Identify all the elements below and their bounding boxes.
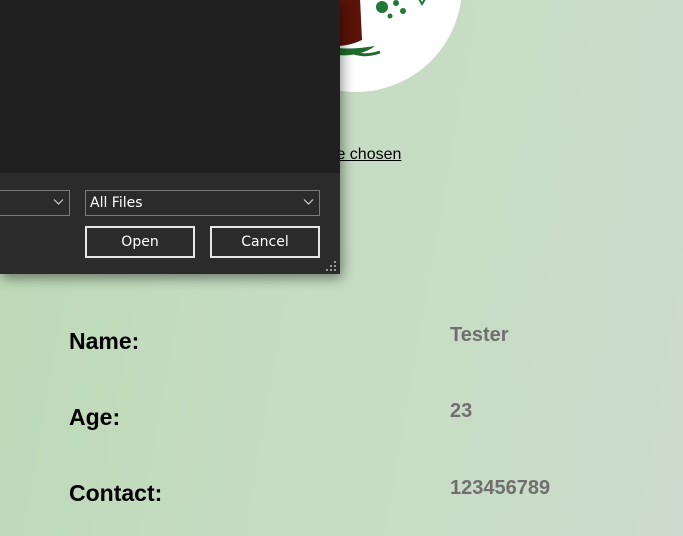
resize-grip-icon[interactable]: [325, 260, 337, 272]
file-browser-pane[interactable]: [0, 0, 340, 173]
chevron-down-icon[interactable]: [303, 198, 314, 206]
contact-value: 123456789: [450, 477, 551, 499]
chevron-down-icon[interactable]: [53, 198, 64, 206]
age-value: 23: [450, 400, 473, 422]
file-type-select[interactable]: All Files: [85, 190, 320, 216]
name-value: Tester: [450, 324, 509, 346]
name-label: Name:: [69, 328, 140, 354]
file-open-dialog: All Files Open Cancel: [0, 0, 340, 274]
cancel-button[interactable]: Cancel: [210, 226, 320, 258]
contact-label: Contact:: [69, 480, 163, 506]
age-label: Age:: [69, 404, 121, 430]
open-button[interactable]: Open: [85, 226, 195, 258]
file-type-value: All Files: [90, 195, 143, 211]
file-name-input[interactable]: [0, 190, 70, 216]
